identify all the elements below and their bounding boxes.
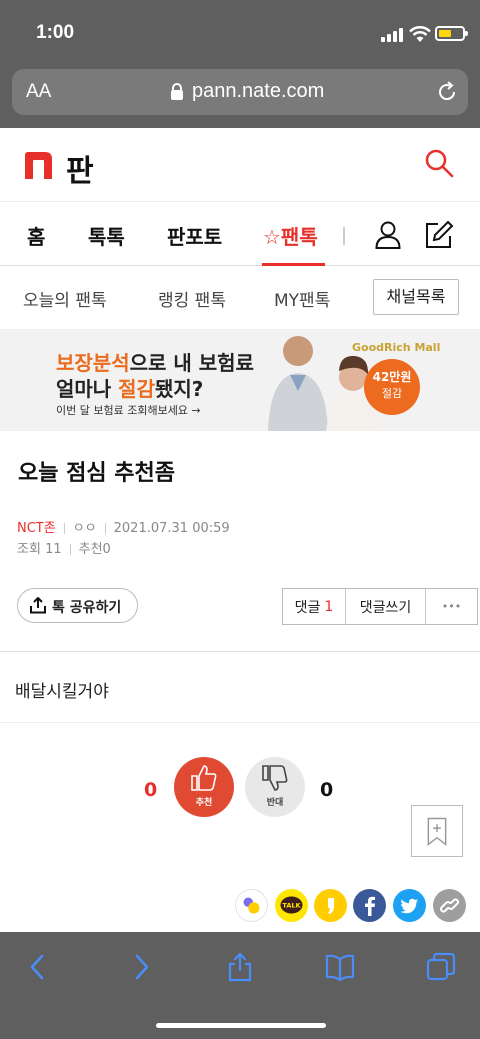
bookmark-button[interactable] bbox=[411, 805, 463, 857]
wifi-icon bbox=[409, 26, 431, 42]
divider bbox=[0, 722, 480, 723]
write-post-icon[interactable] bbox=[424, 220, 454, 250]
facebook-icon[interactable] bbox=[353, 889, 386, 922]
downvote-count: 0 bbox=[320, 779, 334, 801]
post-recommend-count: 0 bbox=[102, 542, 111, 557]
search-icon[interactable] bbox=[424, 148, 454, 178]
nav-divider bbox=[343, 227, 345, 245]
bookmarks-icon[interactable] bbox=[325, 952, 355, 982]
kakaotalk-icon[interactable]: TALK bbox=[275, 889, 308, 922]
upvote-button[interactable]: 추천 bbox=[174, 757, 234, 817]
twitter-icon[interactable] bbox=[393, 889, 426, 922]
banner-line2: 얼마나 절감됐지? bbox=[56, 377, 204, 401]
subtab-my-fantalk[interactable]: MY팬톡 bbox=[274, 286, 330, 311]
post-body: 배달시킬거야 bbox=[15, 682, 109, 702]
upvote-label: 추천 bbox=[195, 798, 213, 808]
tabs-icon[interactable] bbox=[426, 952, 456, 982]
status-time: 1:00 bbox=[36, 22, 75, 43]
tab-toktok[interactable]: 톡톡 bbox=[88, 221, 125, 250]
channel-list-button[interactable]: 채널목록 bbox=[373, 279, 459, 315]
svg-text:TALK: TALK bbox=[282, 902, 301, 910]
tab-fantalk[interactable]: ☆팬톡 bbox=[263, 221, 318, 250]
ad-banner[interactable]: 보장분석으로 내 보험료 얼마나 절감됐지? 이번 달 보험료 조회해보세요 →… bbox=[0, 329, 480, 431]
post-meta-line1: NCT존 ㅇㅇ 2021.07.31 00:59 bbox=[17, 517, 230, 536]
thumbs-up-icon bbox=[191, 765, 217, 791]
user-icon[interactable] bbox=[375, 221, 401, 249]
address-bar[interactable]: AA pann.nate.com bbox=[12, 69, 468, 115]
post-meta-line2: 조회 11 추천0 bbox=[17, 542, 111, 557]
kakaostory-icon[interactable] bbox=[235, 889, 268, 922]
forward-icon[interactable] bbox=[126, 952, 156, 982]
tab-pan-photo[interactable]: 판포토 bbox=[167, 221, 222, 250]
banner-brand: GoodRich Mall bbox=[352, 341, 441, 354]
write-comment-button[interactable]: 댓글쓰기 bbox=[346, 589, 426, 624]
browser-toolbar bbox=[0, 932, 480, 1039]
banner-line1: 보장분석으로 내 보험료 bbox=[56, 351, 254, 375]
post-title: 오늘 점심 추천좀 bbox=[18, 461, 175, 486]
post-date: 2021.07.31 00:59 bbox=[113, 521, 230, 536]
main-nav: 홈 톡톡 판포토 ☆팬톡 bbox=[0, 203, 480, 266]
kakao-share-button[interactable]: 톡 공유하기 bbox=[17, 588, 138, 623]
divider bbox=[0, 651, 480, 652]
downvote-label: 반대 bbox=[266, 798, 284, 808]
subtab-ranking-fantalk[interactable]: 랭킹 팬톡 bbox=[158, 286, 226, 311]
share-sheet-icon[interactable] bbox=[225, 952, 255, 982]
upvote-count: 0 bbox=[144, 779, 158, 801]
battery-icon bbox=[435, 26, 468, 41]
more-options-button[interactable]: ••• bbox=[426, 589, 477, 624]
post-nickname: ㅇㅇ bbox=[72, 521, 97, 536]
banner-savings-badge: 42만원 절감 bbox=[364, 359, 420, 415]
nate-logo-icon[interactable] bbox=[25, 152, 52, 179]
downvote-button[interactable]: 반대 bbox=[245, 757, 305, 817]
tab-home[interactable]: 홈 bbox=[27, 221, 45, 250]
comments-count: 1 bbox=[324, 598, 334, 615]
back-icon[interactable] bbox=[23, 952, 53, 982]
sub-nav: 오늘의 팬톡 랭킹 팬톡 MY팬톡 채널목록 bbox=[0, 266, 480, 328]
browser-chrome: 1:00 AA pann.nate.com bbox=[0, 0, 480, 128]
url-text[interactable]: pann.nate.com bbox=[192, 80, 324, 103]
link-icon[interactable] bbox=[433, 889, 466, 922]
comments-button[interactable]: 댓글 1 bbox=[283, 589, 346, 624]
thumbs-down-icon bbox=[262, 765, 288, 791]
site-logo-text[interactable]: 판 bbox=[66, 146, 94, 190]
cellular-signal-icon bbox=[381, 28, 403, 42]
kakao-channel-icon[interactable] bbox=[314, 889, 347, 922]
home-indicator bbox=[156, 1023, 326, 1028]
text-size-button[interactable]: AA bbox=[26, 81, 51, 103]
post-views: 11 bbox=[45, 542, 62, 557]
share-icon bbox=[30, 597, 46, 614]
subtab-today-fantalk[interactable]: 오늘의 팬톡 bbox=[23, 286, 107, 311]
reload-icon[interactable] bbox=[436, 81, 458, 103]
status-bar: 1:00 bbox=[0, 0, 480, 66]
post-author[interactable]: NCT존 bbox=[17, 521, 56, 536]
comment-button-group: 댓글 1 댓글쓰기 ••• bbox=[282, 588, 478, 625]
lock-icon bbox=[171, 83, 183, 100]
bookmark-add-icon bbox=[427, 817, 447, 846]
site-header: 판 bbox=[0, 128, 480, 202]
banner-line3: 이번 달 보험료 조회해보세요 → bbox=[56, 404, 201, 417]
